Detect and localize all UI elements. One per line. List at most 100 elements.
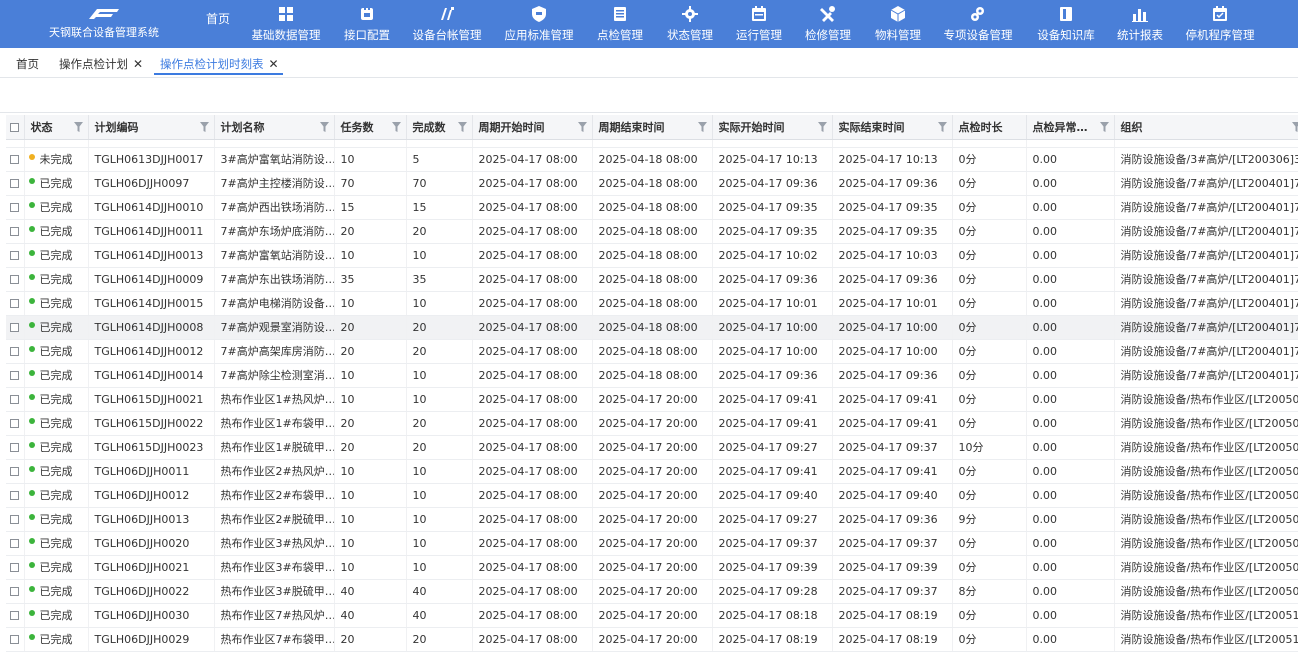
- cell-1: 未完成: [24, 147, 89, 172]
- cell-text: 已完成: [39, 513, 73, 526]
- row-checkbox[interactable]: [10, 299, 19, 308]
- cell-7: 2025-04-18 08:00: [592, 147, 713, 172]
- cell-5: 10: [406, 243, 473, 268]
- filter-icon[interactable]: [817, 122, 827, 132]
- cell-9: 2025-04-17 10:13: [832, 147, 953, 172]
- row-checkbox[interactable]: [10, 635, 19, 644]
- column-header-3[interactable]: 计划名称: [214, 115, 335, 140]
- column-header-6[interactable]: 周期开始时间: [472, 115, 593, 140]
- nav-item-12[interactable]: 统计报表: [1095, 6, 1185, 43]
- table-row[interactable]: 已完成 TGLH0614DJJH0015 7#高炉电梯消防设备… 10 10 2025-0…: [6, 291, 1298, 316]
- table-row[interactable]: 已完成 TGLH06DJJH0030 热布作业区7#热风炉… 40 40 2025-04-…: [6, 603, 1298, 628]
- close-icon[interactable]: ✕: [133, 57, 143, 71]
- table-row[interactable]: 已完成 TGLH0615DJJH0021 热布作业区1#热风炉… 10 10 2025-0…: [6, 387, 1298, 412]
- cell-text: 已完成: [39, 321, 73, 334]
- cell-text: TGLH06DJJH0012: [94, 488, 190, 502]
- column-header-4[interactable]: 任务数: [334, 115, 407, 140]
- filter-icon[interactable]: [577, 122, 587, 132]
- row-checkbox[interactable]: [10, 587, 19, 596]
- cell-text: 0.00: [1032, 368, 1058, 382]
- tab-3[interactable]: 操作点检计划时刻表 ✕: [154, 50, 283, 78]
- table-row[interactable]: 已完成 TGLH06DJJH0029 热布作业区7#布袋甲… 20 20 2025-04-…: [6, 627, 1298, 652]
- cell-text: 未完成: [39, 153, 73, 166]
- table-row[interactable]: 已完成 TGLH06DJJH0012 热布作业区2#布袋甲… 10 10 2025-04-…: [6, 483, 1298, 508]
- row-checkbox[interactable]: [10, 611, 19, 620]
- row-checkbox[interactable]: [10, 371, 19, 380]
- row-checkbox[interactable]: [10, 227, 19, 236]
- cell-text: 0分: [958, 633, 977, 646]
- filter-icon[interactable]: [391, 122, 401, 132]
- nav-item-2[interactable]: 接口配置: [322, 6, 412, 43]
- table-row[interactable]: 已完成 TGLH0614DJJH0012 7#高炉高架库房消防… 20 20 2025-0…: [6, 339, 1298, 364]
- row-checkbox[interactable]: [10, 179, 19, 188]
- nav-item-13[interactable]: 停机程序管理: [1175, 6, 1265, 43]
- table-row[interactable]: 已完成 TGLH06DJJH0022 热布作业区3#脱硫甲… 40 40 2025-04-…: [6, 579, 1298, 604]
- row-checkbox[interactable]: [10, 155, 19, 164]
- row-checkbox[interactable]: [10, 491, 19, 500]
- column-header-7[interactable]: 周期结束时间: [592, 115, 713, 140]
- table-row[interactable]: 已完成 TGLH06DJJH0020 热布作业区3#热风炉… 10 10 2025-04-…: [6, 531, 1298, 556]
- table-row[interactable]: 已完成 TGLH0614DJJH0011 7#高炉东场炉底消防… 20 20 2025-0…: [6, 219, 1298, 244]
- ledger-icon: [439, 6, 455, 22]
- column-header-10[interactable]: 点检时长: [952, 115, 1027, 140]
- row-checkbox[interactable]: [10, 275, 19, 284]
- cell-text: 2025-04-17 08:00: [478, 224, 578, 238]
- brand[interactable]: 天钢联合设备管理系统: [44, 6, 164, 40]
- filter-icon[interactable]: [937, 122, 947, 132]
- cell-9: 2025-04-17 09:40: [832, 483, 953, 508]
- cell-text: 0分: [958, 249, 977, 262]
- table-row[interactable]: 已完成 TGLH0614DJJH0013 7#高炉富氧站消防设… 10 10 2025-0…: [6, 243, 1298, 268]
- table-row[interactable]: 已完成 TGLH0615DJJH0022 热布作业区1#布袋甲… 20 20 2025-0…: [6, 411, 1298, 436]
- nav-item-9[interactable]: 物料管理: [853, 6, 943, 43]
- tab-label: 操作点检计划: [59, 57, 128, 71]
- table-row[interactable]: 已完成 TGLH06DJJH0011 热布作业区2#热风炉… 10 10 2025-04-…: [6, 459, 1298, 484]
- row-select-cell: [6, 555, 25, 580]
- cell-text: 消防设施设备/热布作业区/[LT20050…: [1120, 585, 1298, 598]
- table-row[interactable]: 已完成 TGLH0614DJJH0010 7#高炉西出铁场消防… 15 15 2025-0…: [6, 195, 1298, 220]
- filter-icon[interactable]: [73, 122, 83, 132]
- filter-icon[interactable]: [319, 122, 329, 132]
- filter-icon[interactable]: [1291, 122, 1298, 132]
- table-row[interactable]: 已完成 TGLH0614DJJH0014 7#高炉除尘检测室消… 10 10 2025-0…: [6, 363, 1298, 388]
- table-row[interactable]: 已完成 TGLH0614DJJH0008 7#高炉观景室消防设… 20 20 2025-0…: [6, 315, 1298, 340]
- row-checkbox[interactable]: [10, 395, 19, 404]
- row-checkbox[interactable]: [10, 323, 19, 332]
- row-checkbox[interactable]: [10, 251, 19, 260]
- filter-icon[interactable]: [199, 122, 209, 132]
- table-row[interactable]: 已完成 TGLH06DJJH0021 热布作业区3#布袋甲… 10 10 2025-04-…: [6, 555, 1298, 580]
- nav-item-10[interactable]: 专项设备管理: [933, 6, 1023, 43]
- table-row[interactable]: 已完成 TGLH06DJJH0097 7#高炉主控楼消防设… 70 70 2025-04-…: [6, 171, 1298, 196]
- select-all-checkbox[interactable]: [10, 122, 19, 132]
- column-header-8[interactable]: 实际开始时间: [712, 115, 833, 140]
- nav-item-1[interactable]: 基础数据管理: [241, 6, 331, 43]
- table-row[interactable]: 已完成 TGLH06DJJH0013 热布作业区2#脱硫甲… 10 10 2025-04-…: [6, 507, 1298, 532]
- column-header-12[interactable]: 组织: [1114, 115, 1298, 140]
- row-checkbox[interactable]: [10, 203, 19, 212]
- table-row[interactable]: 未完成 TGLH0613DJJH0017 3#高炉富氧站消防设… 10 5 2025-04…: [6, 147, 1298, 172]
- row-checkbox[interactable]: [10, 515, 19, 524]
- filter-icon[interactable]: [1099, 122, 1109, 132]
- column-header-1[interactable]: 状态: [24, 115, 89, 140]
- table-row[interactable]: 已完成 TGLH0615DJJH0023 热布作业区1#脱硫甲… 20 20 2025-0…: [6, 435, 1298, 460]
- row-checkbox[interactable]: [10, 467, 19, 476]
- row-checkbox[interactable]: [10, 419, 19, 428]
- cell-text: 2025-04-17 08:00: [478, 320, 578, 334]
- filter-icon[interactable]: [457, 122, 467, 132]
- column-header-5[interactable]: 完成数: [406, 115, 473, 140]
- home-link[interactable]: 首页: [206, 10, 230, 27]
- row-checkbox[interactable]: [10, 347, 19, 356]
- tab-1[interactable]: 首页: [16, 50, 39, 78]
- tab-2[interactable]: 操作点检计划 ✕: [59, 50, 143, 78]
- column-header-2[interactable]: 计划编码: [88, 115, 215, 140]
- filter-icon[interactable]: [697, 122, 707, 132]
- nav-item-3[interactable]: 设备台帐管理: [402, 6, 492, 43]
- row-checkbox[interactable]: [10, 563, 19, 572]
- column-header-9[interactable]: 实际结束时间: [832, 115, 953, 140]
- close-icon[interactable]: ✕: [269, 57, 279, 71]
- cell-5: 20: [406, 411, 473, 436]
- nav-item-4[interactable]: 应用标准管理: [494, 6, 584, 43]
- column-header-11[interactable]: 点检异常…: [1026, 115, 1115, 140]
- row-checkbox[interactable]: [10, 443, 19, 452]
- table-row[interactable]: 已完成 TGLH0614DJJH0009 7#高炉东出铁场消防… 35 35 2025-0…: [6, 267, 1298, 292]
- row-checkbox[interactable]: [10, 539, 19, 548]
